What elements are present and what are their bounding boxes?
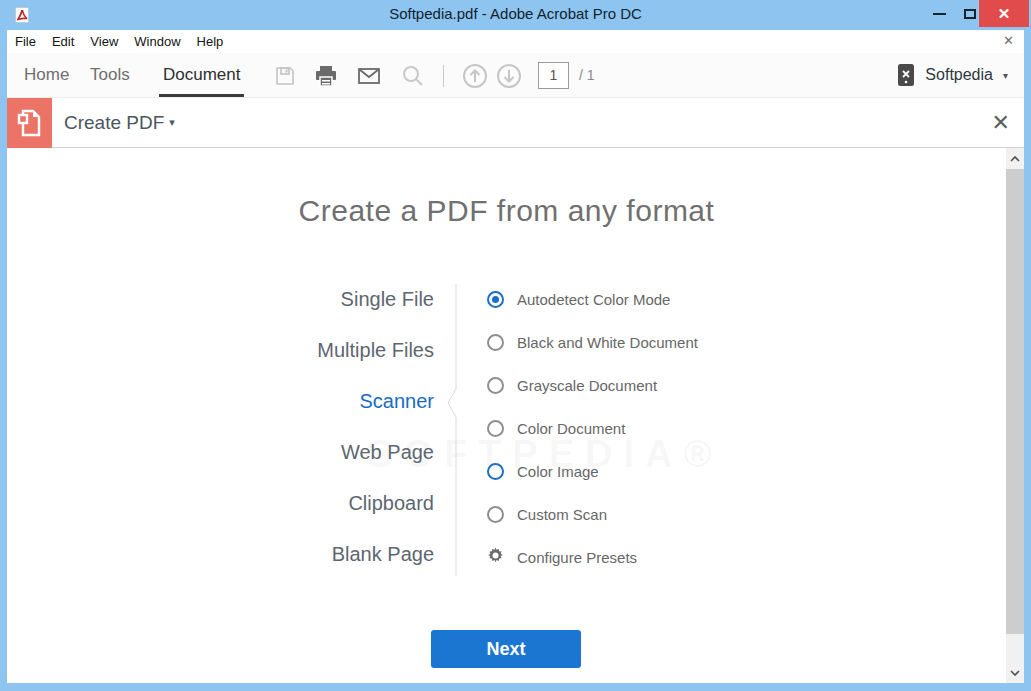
source-type-list: Single File Multiple Files Scanner Web P… [7, 274, 455, 580]
radio-option-bw[interactable]: Black and White Document [487, 321, 698, 364]
radio-icon [487, 377, 504, 394]
radio-icon [487, 334, 504, 351]
window-title: Softpedia.pdf - Adobe Acrobat Pro DC [0, 0, 1031, 28]
next-button[interactable]: Next [431, 630, 581, 668]
configure-presets[interactable]: Configure Presets [487, 536, 698, 579]
menu-view[interactable]: View [90, 34, 118, 49]
page-total-label: / 1 [579, 62, 595, 89]
page-number-input[interactable]: 1 [538, 62, 569, 89]
radio-option-color-document[interactable]: Color Document [487, 407, 698, 450]
radio-option-color-image[interactable]: Color Image [487, 450, 698, 493]
source-item-multiple-files[interactable]: Multiple Files [7, 325, 455, 376]
menu-edit[interactable]: Edit [52, 34, 74, 49]
create-pdf-bar: Create PDF ▾ ✕ [7, 97, 1024, 148]
window-frame: File Edit View Window Help ✕ Home Tools … [7, 30, 1024, 683]
create-pdf-tool-icon [7, 98, 52, 148]
create-pdf-title[interactable]: Create PDF [64, 112, 164, 134]
gear-icon [487, 547, 504, 568]
vertical-scrollbar[interactable] [1006, 148, 1024, 683]
radio-icon [487, 506, 504, 523]
page-up-icon[interactable] [462, 63, 488, 89]
close-icon: ✕ [998, 6, 1011, 21]
account-menu[interactable]: Softpedia ▾ [897, 53, 1008, 97]
scroll-down-icon[interactable] [1006, 662, 1024, 683]
app-window: Softpedia.pdf - Adobe Acrobat Pro DC ✕ F… [0, 0, 1031, 691]
print-icon[interactable] [313, 63, 339, 89]
radio-icon [487, 420, 504, 437]
close-window-button[interactable]: ✕ [979, 0, 1029, 27]
maximize-icon [964, 9, 976, 19]
source-item-scanner[interactable]: Scanner [7, 376, 455, 427]
create-pdf-close-icon[interactable]: ✕ [992, 110, 1010, 136]
tab-tools[interactable]: Tools [90, 53, 130, 97]
email-icon[interactable] [356, 63, 382, 89]
radio-option-autodetect[interactable]: Autodetect Color Mode [487, 278, 698, 321]
menubar: File Edit View Window Help ✕ [7, 30, 1024, 53]
menu-window[interactable]: Window [134, 34, 180, 49]
mobile-device-icon [897, 63, 915, 87]
radio-option-grayscale[interactable]: Grayscale Document [487, 364, 698, 407]
radio-selected-icon [487, 291, 504, 308]
source-item-single-file[interactable]: Single File [7, 274, 455, 325]
panel-heading: Create a PDF from any format [7, 194, 1006, 228]
create-pdf-caret-icon[interactable]: ▾ [169, 116, 175, 129]
page-down-icon[interactable] [496, 63, 522, 89]
toolbar-separator [443, 65, 444, 87]
scroll-up-icon[interactable] [1006, 148, 1024, 169]
save-icon[interactable] [272, 63, 298, 89]
radio-hover-icon [487, 463, 504, 480]
tab-document[interactable]: Document [159, 53, 244, 97]
tab-home[interactable]: Home [24, 53, 69, 97]
minimize-button[interactable] [921, 0, 957, 27]
scanner-options: Autodetect Color Mode Black and White Do… [487, 278, 698, 579]
account-caret-icon: ▾ [1003, 70, 1008, 81]
account-name: Softpedia [925, 66, 993, 84]
menu-file[interactable]: File [15, 34, 36, 49]
scrollbar-thumb[interactable] [1006, 169, 1024, 634]
source-item-blank-page[interactable]: Blank Page [7, 529, 455, 580]
menubar-close-icon[interactable]: ✕ [1003, 33, 1014, 48]
search-icon[interactable] [400, 63, 426, 89]
source-item-web-page[interactable]: Web Page [7, 427, 455, 478]
source-item-clipboard[interactable]: Clipboard [7, 478, 455, 529]
list-divider [448, 284, 464, 576]
toolbar: Home Tools Document 1 / 1 [7, 53, 1024, 97]
create-pdf-panel: Create a PDF from any format SOFTPEDIA® … [7, 148, 1024, 683]
menu-help[interactable]: Help [197, 34, 224, 49]
radio-option-custom-scan[interactable]: Custom Scan [487, 493, 698, 536]
titlebar: Softpedia.pdf - Adobe Acrobat Pro DC ✕ [0, 0, 1031, 30]
minimize-icon [933, 13, 946, 15]
